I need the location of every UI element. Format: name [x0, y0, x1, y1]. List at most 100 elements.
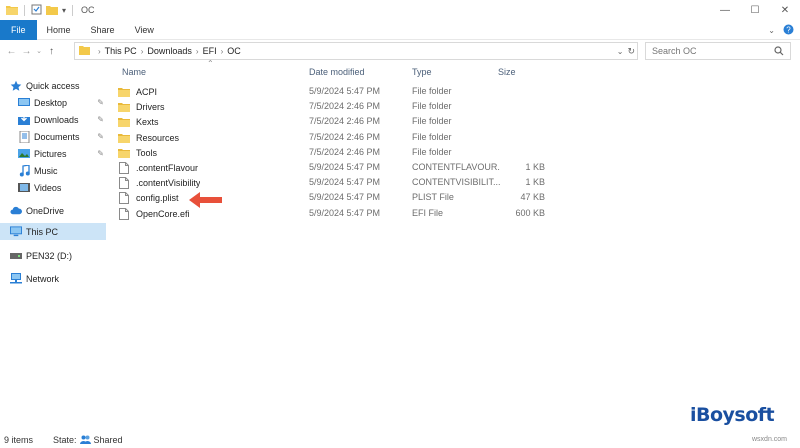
sidebar-item-videos[interactable]: Videos — [0, 179, 106, 196]
pin-icon[interactable]: ✎ — [97, 98, 104, 107]
search-box[interactable] — [645, 42, 791, 60]
search-icon[interactable] — [774, 46, 784, 58]
address-bar[interactable]: › This PC › Downloads › EFI › OC ⌄ ↻ — [74, 42, 638, 60]
file-name-cell[interactable]: ACPI — [118, 86, 157, 98]
column-header-type[interactable]: Type — [412, 67, 432, 77]
pin-icon[interactable]: ✎ — [97, 132, 104, 141]
sort-ascending-icon: ⌃ — [207, 59, 214, 68]
help-icon[interactable]: ? — [783, 24, 794, 37]
file-row[interactable]: Resources 7/5/2024 2:46 PM File folder — [118, 130, 556, 145]
chevron-right-icon[interactable]: › — [141, 47, 144, 56]
file-name-cell[interactable]: Resources — [118, 132, 179, 144]
address-tools: ⌄ ↻ — [617, 43, 635, 59]
sidebar-item-quick-access[interactable]: Quick access — [0, 77, 106, 94]
chevron-right-icon[interactable]: › — [196, 47, 199, 56]
maximize-icon[interactable]: ☐ — [740, 0, 770, 20]
forward-icon[interactable]: → — [19, 40, 34, 62]
chevron-right-icon[interactable]: › — [221, 47, 224, 56]
folder-icon — [118, 86, 130, 98]
file-type: File folder — [412, 116, 452, 127]
sidebar-item-this-pc[interactable]: This PC — [0, 223, 106, 240]
file-name-cell[interactable]: OpenCore.efi — [118, 207, 190, 220]
sidebar-item-onedrive[interactable]: OneDrive — [0, 202, 106, 219]
divider — [72, 4, 74, 16]
file-name: Kexts — [136, 117, 159, 128]
tab-share[interactable]: Share — [81, 20, 125, 40]
column-header-date[interactable]: Date modified — [309, 67, 365, 77]
sidebar-item-downloads[interactable]: Downloads ✎ — [0, 111, 106, 128]
tab-view[interactable]: View — [125, 20, 164, 40]
pin-icon[interactable]: ✎ — [97, 149, 104, 158]
file-type: CONTENTFLAVOUR... — [412, 162, 500, 172]
file-row[interactable]: .contentFlavour 5/9/2024 5:47 PM CONTENTFL… — [118, 160, 556, 175]
sidebar-item-pictures[interactable]: Pictures ✎ — [0, 145, 106, 162]
shared-value: Shared — [93, 435, 123, 445]
folder-icon — [118, 101, 130, 113]
column-header-size[interactable]: Size — [498, 67, 516, 77]
recent-locations-icon[interactable]: ⌄ — [34, 40, 44, 62]
sidebar-item-label: Documents — [34, 131, 80, 142]
network-icon — [10, 273, 22, 285]
customize-dropdown-icon[interactable]: ▾ — [62, 6, 66, 15]
history-dropdown-icon[interactable]: ⌄ — [617, 47, 624, 56]
sidebar-item-music[interactable]: Music — [0, 162, 106, 179]
file-name: Tools — [136, 147, 158, 158]
chevron-right-icon: › — [98, 46, 101, 56]
file-type: File folder — [412, 131, 452, 142]
breadcrumb-downloads[interactable]: Downloads — [147, 46, 192, 56]
window-controls: — ☐ ✕ — [710, 0, 800, 20]
sidebar-item-desktop[interactable]: Desktop ✎ — [0, 94, 106, 111]
tab-file[interactable]: File — [0, 19, 37, 40]
close-icon[interactable]: ✕ — [770, 0, 800, 20]
file-icon — [118, 207, 130, 220]
svg-text:?: ? — [786, 25, 791, 34]
file-row[interactable]: Kexts 7/5/2024 2:46 PM File folder — [118, 114, 556, 129]
file-name-cell[interactable]: config.plist — [118, 192, 179, 205]
drive-icon — [10, 250, 22, 262]
file-size: 1 KB — [525, 162, 545, 172]
refresh-icon[interactable]: ↻ — [627, 46, 635, 57]
search-input[interactable] — [652, 46, 770, 56]
column-header-name[interactable]: Name — [122, 67, 146, 77]
breadcrumb-this-pc[interactable]: This PC — [105, 46, 137, 56]
file-row[interactable]: .contentVisibility 5/9/2024 5:47 PM CONTEN… — [118, 175, 556, 190]
tab-home[interactable]: Home — [37, 20, 81, 40]
file-name-cell[interactable]: Kexts — [118, 116, 159, 128]
file-name-cell[interactable]: .contentVisibility — [118, 177, 200, 190]
music-icon — [18, 164, 30, 177]
sidebar-item-label: Quick access — [26, 80, 80, 91]
sharing-state: State: Shared — [53, 435, 123, 446]
breadcrumb-oc[interactable]: OC — [227, 46, 241, 56]
pin-icon[interactable]: ✎ — [97, 115, 104, 124]
sidebar-item-documents[interactable]: Documents ✎ — [0, 128, 106, 145]
file-row[interactable]: Drivers 7/5/2024 2:46 PM File folder — [118, 99, 556, 114]
file-icon — [118, 162, 130, 174]
documents-folder-icon — [18, 130, 30, 143]
date-modified: 7/5/2024 2:46 PM — [309, 116, 381, 127]
file-name: ACPI — [136, 87, 158, 97]
file-name-cell[interactable]: .contentFlavour — [118, 162, 198, 174]
file-row[interactable]: config.plist 5/9/2024 5:47 PM PLIST File 47… — [118, 190, 556, 205]
sidebar-item-pen32[interactable]: PEN32 (D:) — [0, 247, 106, 264]
file-row[interactable]: OpenCore.efi 5/9/2024 5:47 PM EFI File 600 … — [118, 206, 556, 221]
file-name: config.plist — [136, 193, 179, 204]
breadcrumb-efi[interactable]: EFI — [203, 46, 217, 56]
new-folder-icon[interactable] — [46, 4, 58, 17]
properties-icon[interactable] — [31, 4, 42, 17]
file-name-cell[interactable]: Tools — [118, 147, 157, 159]
back-icon[interactable]: ← — [4, 40, 19, 62]
expand-ribbon-icon[interactable]: ⌄ — [768, 26, 775, 35]
sidebar-item-label: PEN32 (D:) — [26, 250, 73, 261]
sidebar-item-network[interactable]: Network — [0, 270, 106, 287]
file-name: .contentFlavour — [136, 163, 199, 173]
file-name-cell[interactable]: Drivers — [118, 101, 165, 113]
pictures-folder-icon — [18, 148, 30, 160]
up-icon[interactable]: ↑ — [44, 40, 59, 62]
cloud-icon — [10, 205, 22, 217]
sidebar-item-label: Videos — [34, 182, 62, 193]
folder-icon — [6, 4, 18, 17]
file-row[interactable]: ACPI 5/9/2024 5:47 PM File folder — [118, 84, 556, 99]
file-row[interactable]: Tools 7/5/2024 2:46 PM File folder — [118, 145, 556, 160]
downloads-folder-icon — [18, 113, 30, 126]
minimize-icon[interactable]: — — [710, 0, 740, 20]
